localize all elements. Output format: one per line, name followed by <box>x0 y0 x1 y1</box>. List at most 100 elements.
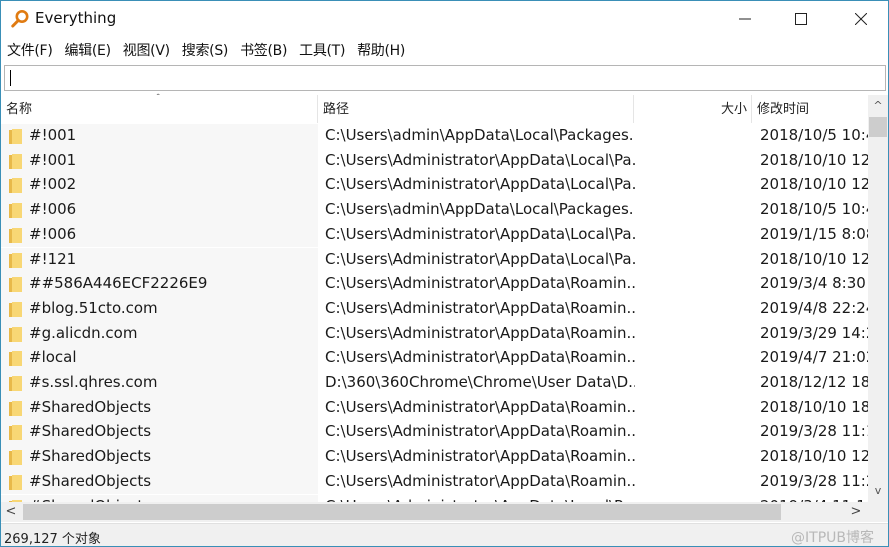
modified-time: 2019/3/28 11:2 <box>760 471 868 490</box>
list-item[interactable]: #g.alicdn.com C:\Users\Administrator\AppD… <box>1 321 868 347</box>
scroll-left-arrow-icon[interactable]: < <box>1 502 21 522</box>
file-name: #!001 <box>29 126 77 144</box>
file-path: C:\Users\Administrator\AppData\Local\Pa.… <box>325 249 635 268</box>
file-path: C:\Users\Administrator\AppData\Roamin... <box>325 447 635 466</box>
folder-icon <box>9 203 22 219</box>
title-bar[interactable]: Everything <box>1 1 888 37</box>
modified-time: 2019/4/8 22:24 <box>760 298 868 317</box>
vertical-scrollbar[interactable]: ^ v <box>868 95 888 502</box>
list-item[interactable]: #!006 C:\Users\Administrator\AppData\Loca… <box>1 222 868 248</box>
name-cell: #SharedObjects <box>1 445 318 470</box>
file-path: C:\Users\Administrator\AppData\Roamin... <box>325 348 635 367</box>
magnifier-icon <box>11 10 29 28</box>
close-icon <box>855 13 867 25</box>
list-item[interactable]: #s.ssl.qhres.com D:\360\360Chrome\Chrome\… <box>1 371 868 396</box>
column-header-size[interactable]: 大小 <box>634 95 752 123</box>
modified-time: 2018/10/10 12 <box>760 175 868 194</box>
modified-time: 2018/10/5 10:4 <box>760 200 868 219</box>
list-item[interactable]: #SharedObjectsC:\Users\Administrator\App… <box>1 395 868 421</box>
file-name: #SharedObjects <box>29 471 152 490</box>
everything-window: Everything 文件(F) 编辑(E) 视图(V) 搜索(S) 书签(B)… <box>0 0 889 547</box>
file-name: #g.alicdn.com <box>29 323 138 342</box>
file-path: C:\Users\Administrator\AppData\Roamin... <box>325 298 635 317</box>
object-count: 269,127 个对象 <box>4 532 101 547</box>
search-input[interactable] <box>5 66 885 90</box>
folder-icon <box>9 326 22 342</box>
modified-time: 2018/12/12 18 <box>760 373 868 391</box>
menu-bookmarks[interactable]: 书签(B) <box>234 37 293 63</box>
scrollbar-corner <box>868 502 888 522</box>
name-cell: #SharedObjects <box>1 494 318 502</box>
list-item[interactable]: #SharedObjects C:\Users\Administrator\App… <box>1 445 868 470</box>
file-path: C:\Users\Administrator\AppData\Roamin... <box>325 422 635 441</box>
maximize-icon <box>795 13 807 25</box>
column-header-modified[interactable]: 修改时间 <box>752 95 868 123</box>
menu-edit[interactable]: 编辑(E) <box>58 37 116 63</box>
file-name: #!006 <box>29 224 77 243</box>
folder-icon <box>9 425 22 441</box>
folder-icon <box>9 129 22 144</box>
name-cell: #local <box>1 346 318 371</box>
list-item[interactable]: #!006 C:\Users\admin\AppData\Local\Packag… <box>1 198 868 223</box>
horizontal-scroll-thumb[interactable] <box>23 504 781 520</box>
folder-icon <box>9 351 22 367</box>
folder-icon <box>9 450 22 466</box>
horizontal-scrollbar[interactable]: < > <box>1 502 868 522</box>
file-name: #!002 <box>29 175 77 194</box>
name-cell: #!006 <box>1 198 318 223</box>
watermark: @ITPUB博客 <box>791 530 874 546</box>
file-name: #blog.51cto.com <box>29 298 158 317</box>
file-name: #s.ssl.qhres.com <box>29 373 158 391</box>
folder-icon <box>9 376 22 391</box>
file-path: C:\Users\Administrator\AppData\Roamin... <box>325 471 635 490</box>
menu-help[interactable]: 帮助(H) <box>351 37 411 63</box>
column-header: 名称 路径 大小 修改时间 <box>1 95 868 123</box>
scroll-right-arrow-icon[interactable]: > <box>846 502 866 522</box>
name-cell: #SharedObjects <box>1 469 318 495</box>
file-path: C:\Users\Administrator\AppData\Roamin... <box>325 323 635 342</box>
close-button[interactable] <box>838 1 884 37</box>
folder-icon <box>9 227 22 243</box>
folder-icon <box>9 474 22 490</box>
menu-search[interactable]: 搜索(S) <box>176 37 234 63</box>
minimize-icon <box>739 18 751 20</box>
column-header-path[interactable]: 路径 <box>318 95 634 123</box>
column-header-name[interactable]: 名称 <box>1 95 318 123</box>
name-cell: #!002 <box>1 173 318 199</box>
list-item[interactable]: #local C:\Users\Administrator\AppData\Roa… <box>1 346 868 371</box>
list-item[interactable]: #blog.51cto.com C:\Users\Administrator\Ap… <box>1 296 868 322</box>
maximize-button[interactable] <box>778 1 824 37</box>
list-item[interactable]: ##586A446ECF2226E9 C:\Users\Administrator… <box>1 272 868 297</box>
file-name: ##586A446ECF2226E9 <box>29 274 208 293</box>
folder-icon <box>9 153 22 169</box>
list-item[interactable]: #!001 C:\Users\Administrator\AppData\Loca… <box>1 148 868 174</box>
list-item[interactable]: #!001 C:\Users\admin\AppData\Local\Packag… <box>1 124 868 149</box>
file-path: C:\Users\Administrator\AppData\Local\Pa.… <box>325 224 635 243</box>
file-name: #!001 <box>29 150 77 169</box>
list-item[interactable]: #!121 C:\Users\Administrator\AppData\Loca… <box>1 247 868 273</box>
scroll-up-arrow-icon[interactable]: ^ <box>868 97 888 115</box>
folder-icon <box>9 400 22 416</box>
file-path: D:\360\360Chrome\Chrome\User Data\D... <box>325 373 635 391</box>
scroll-down-arrow-icon[interactable]: v <box>868 482 888 500</box>
menu-tools[interactable]: 工具(T) <box>293 37 351 63</box>
list-item[interactable]: #SharedObjects C:\Users\Administrator\App… <box>1 420 868 446</box>
file-path: C:\Users\Administrator\AppData\Local\Pa.… <box>325 150 635 169</box>
menu-view[interactable]: 视图(V) <box>117 37 176 63</box>
menu-file[interactable]: 文件(F) <box>1 37 58 63</box>
menu-bar: 文件(F) 编辑(E) 视图(V) 搜索(S) 书签(B) 工具(T) 帮助(H… <box>1 37 888 63</box>
vertical-scroll-thumb[interactable] <box>869 117 887 137</box>
file-name: #!006 <box>29 200 77 219</box>
list-item[interactable]: #!002 C:\Users\Administrator\AppData\Loca… <box>1 173 868 199</box>
list-item[interactable]: #SharedObjects C:\Users\Administrator\App… <box>1 469 868 495</box>
minimize-button[interactable] <box>722 1 768 37</box>
file-name: #SharedObjects <box>29 422 152 441</box>
file-name: #SharedObjects <box>29 447 152 466</box>
name-cell: ##586A446ECF2226E9 <box>1 272 318 297</box>
file-path: C:\Users\admin\AppData\Local\Packages... <box>325 200 635 219</box>
name-cell: #!121 <box>1 247 318 273</box>
modified-time: 2018/10/10 12 <box>760 447 868 466</box>
list-item[interactable]: #SharedObjectsC:\Users\Administrator\App… <box>1 494 868 502</box>
name-cell: #g.alicdn.com <box>1 321 318 347</box>
folder-icon <box>9 252 22 268</box>
